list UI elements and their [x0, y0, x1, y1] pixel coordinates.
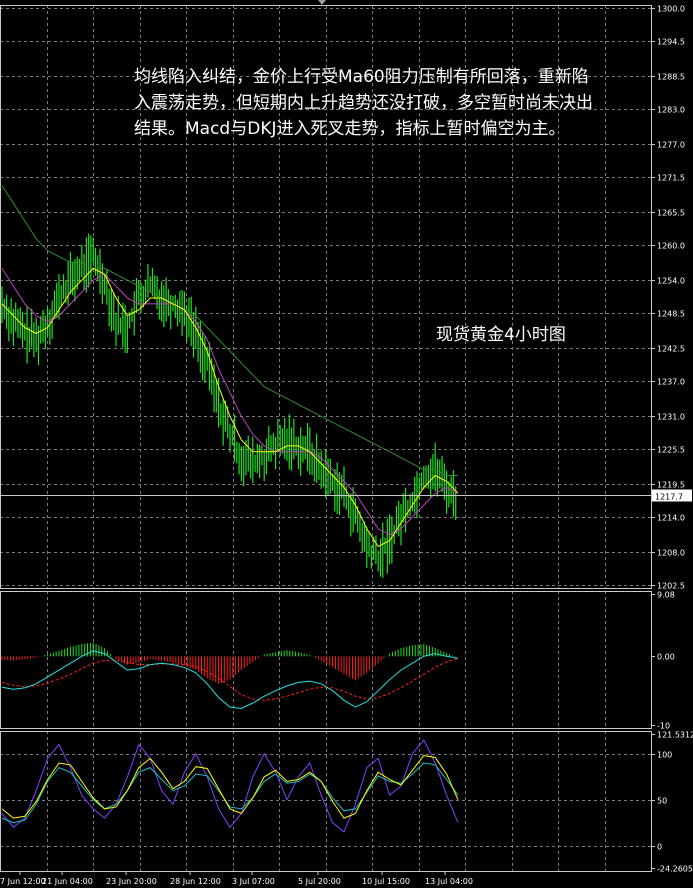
y-tick-label: 1294.5	[657, 38, 685, 47]
y-tick-label: 1260.0	[657, 242, 685, 251]
y-tick-label: 1208.0	[657, 549, 685, 558]
y-tick-label: 50	[657, 797, 667, 806]
y-tick-label: 1277.0	[657, 141, 685, 150]
y-tick-label: 1214.0	[657, 514, 685, 523]
y-tick-label: 1283.0	[657, 106, 685, 115]
y-tick-label: 1225.5	[657, 446, 685, 455]
ma-fast-line	[1, 267, 459, 548]
current-price-label: 1217.7	[655, 493, 683, 502]
x-tick-label: 10 Jul 15:00	[362, 877, 410, 886]
y-tick-label: 1231.0	[657, 413, 685, 422]
x-tick-label: 23 Jun 20:00	[106, 877, 157, 886]
y-tick-label: 1265.5	[657, 209, 685, 218]
y-tick-label: 1242.5	[657, 345, 685, 354]
x-tick-label: 21 Jun 04:00	[42, 877, 93, 886]
y-tick-label: 1219.5	[657, 481, 685, 490]
y-tick-label: 1202.5	[657, 582, 685, 591]
panel-frame	[0, 731, 652, 872]
macd-panel	[1, 642, 459, 710]
y-tick-label: 100	[657, 751, 672, 760]
y-tick-label: 1271.5	[657, 174, 685, 183]
x-tick-label: 3 Jul 07:00	[232, 877, 275, 886]
y-tick-label: 121.5312	[657, 731, 693, 740]
y-tick-label: -10	[657, 722, 670, 731]
ma-mid-line	[1, 268, 459, 536]
x-tick-label: 5 Jul 20:00	[298, 877, 341, 886]
y-tick-label: 1254.0	[657, 277, 685, 286]
y-tick-label: 0.00	[657, 653, 675, 662]
dkj-k-line	[1, 739, 459, 833]
x-tick-label: 13 Jul 04:00	[425, 877, 473, 886]
dkj-panel	[1, 739, 459, 833]
x-tick-label: 7 Jun 12:00	[0, 877, 46, 886]
y-tick-label: 1300.0	[657, 5, 685, 14]
analysis-annotation: 均线陷入纠结，金价上行受Ma60阻力压制有所回落，重新陷入震荡走势，但短期内上升…	[134, 67, 593, 139]
y-tick-label: 9.08	[657, 591, 675, 600]
y-tick-label: 1237.0	[657, 378, 685, 387]
y-tick-label: -24.2605	[657, 865, 693, 874]
dkj-d-line	[1, 755, 459, 819]
y-tick-label: 1288.5	[657, 73, 685, 82]
y-tick-label: 0	[657, 843, 662, 852]
dkj-j-line	[1, 762, 459, 824]
chart-title: 现货黄金4小时图	[436, 325, 566, 345]
scroll-marker-icon	[318, 0, 326, 5]
y-tick-label: 1248.5	[657, 310, 685, 319]
x-tick-label: 28 Jun 12:00	[170, 877, 221, 886]
